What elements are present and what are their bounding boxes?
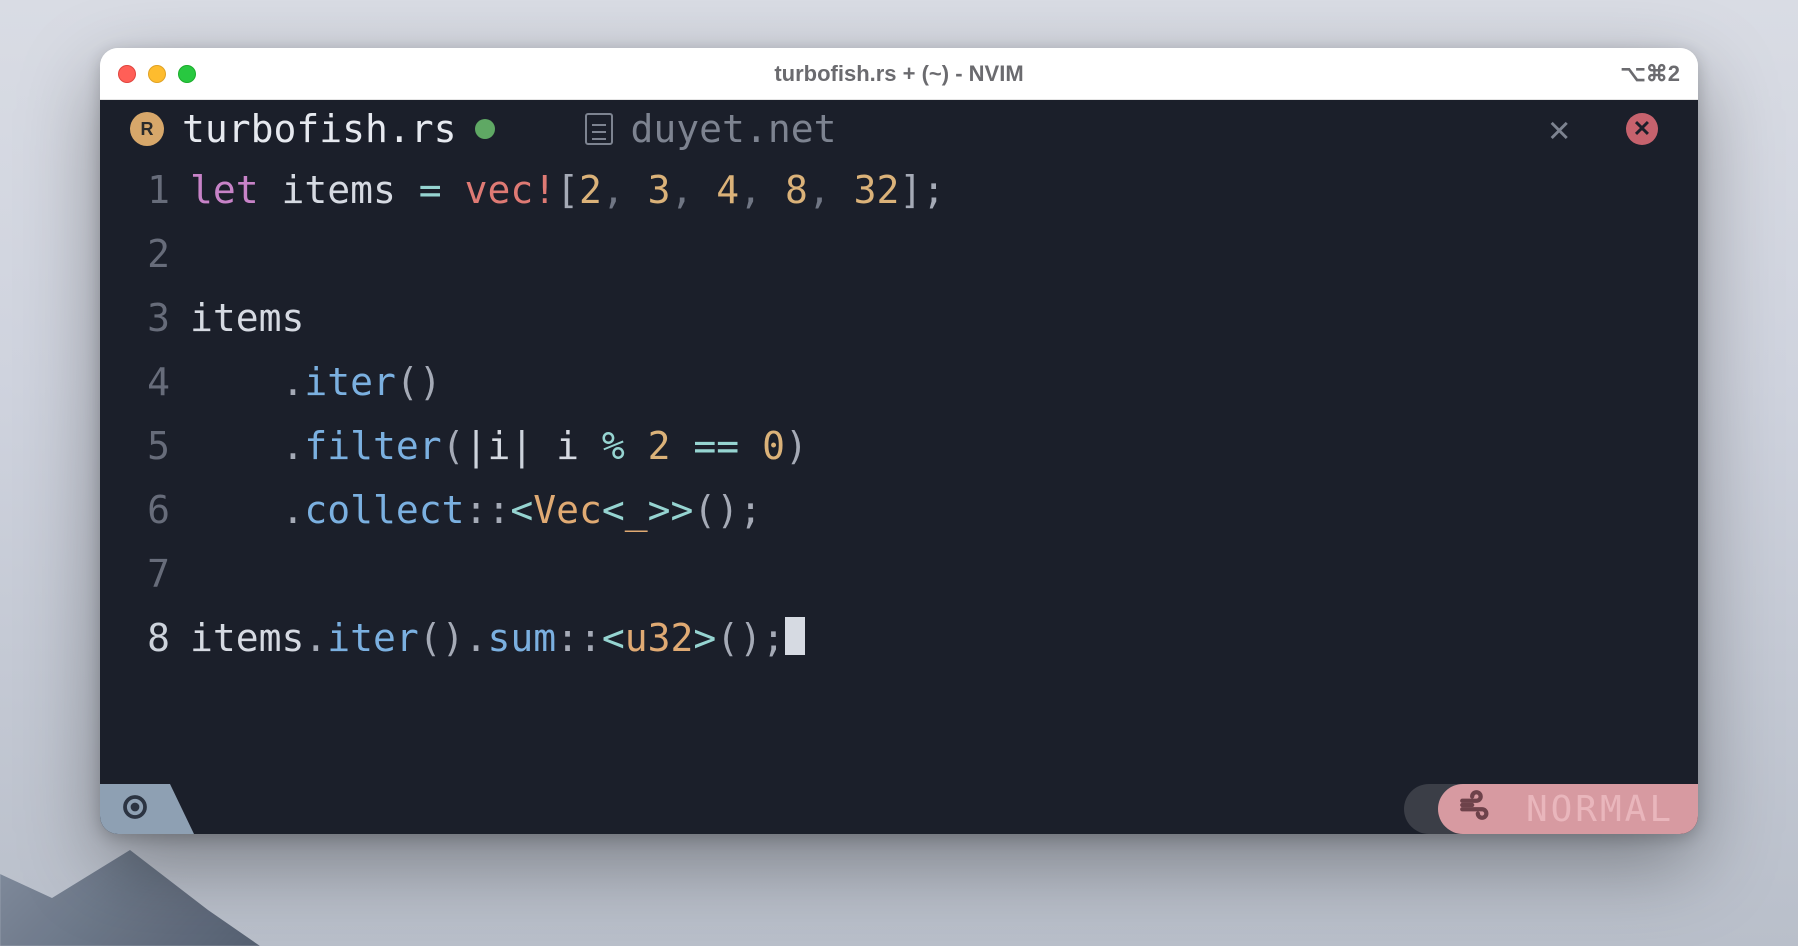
line-number: 1 [100,158,170,222]
code-line [190,542,1698,606]
terminal-window: turbofish.rs + (~) - NVIM ⌥⌘2 R turbofis… [100,48,1698,834]
status-left-segment [100,784,170,834]
cursor-block [785,617,805,655]
status-mode-segment: NORMAL [1464,784,1698,834]
line-number: 3 [100,286,170,350]
tab-label: turbofish.rs [182,107,457,151]
line-number: 6 [100,478,170,542]
wallpaper-mountain [0,826,260,946]
tab-turbofish[interactable]: R turbofish.rs [100,100,525,158]
code-content: let items = vec![2, 3, 4, 8, 32]; items … [190,158,1698,784]
code-line: .filter(|i| i % 2 == 0) [190,414,1698,478]
modified-indicator-icon [475,119,495,139]
tab-duyet[interactable]: duyet.net ✕ ✕ [525,100,1698,158]
wind-icon [1458,788,1492,831]
code-line: items.iter().sum::<u32>(); [190,606,1698,670]
window-titlebar: turbofish.rs + (~) - NVIM ⌥⌘2 [100,48,1698,100]
line-number: 8 [100,606,170,670]
tab-label: duyet.net [631,107,837,151]
line-number: 4 [100,350,170,414]
buffer-tab-bar: R turbofish.rs duyet.net ✕ ✕ [100,100,1698,158]
line-number: 2 [100,222,170,286]
file-icon [585,113,613,145]
close-tab-icon[interactable]: ✕ [1534,109,1584,150]
terminal-body: R turbofish.rs duyet.net ✕ ✕ 12345678 le… [100,100,1698,834]
line-number-gutter: 12345678 [100,158,190,784]
vim-mode-label: NORMAL [1506,789,1674,830]
window-title: turbofish.rs + (~) - NVIM [100,63,1698,85]
code-editor[interactable]: 12345678 let items = vec![2, 3, 4, 8, 32… [100,158,1698,784]
code-line: .iter() [190,350,1698,414]
code-line: items [190,286,1698,350]
rust-icon: R [130,112,164,146]
line-number: 7 [100,542,170,606]
status-right: NORMAL [1404,784,1698,834]
target-icon [120,792,150,826]
status-bar: NORMAL [100,784,1698,834]
code-line: let items = vec![2, 3, 4, 8, 32]; [190,158,1698,222]
line-number: 5 [100,414,170,478]
code-line [190,222,1698,286]
code-line: .collect::<Vec<_>>(); [190,478,1698,542]
close-badge-icon[interactable]: ✕ [1626,113,1658,145]
